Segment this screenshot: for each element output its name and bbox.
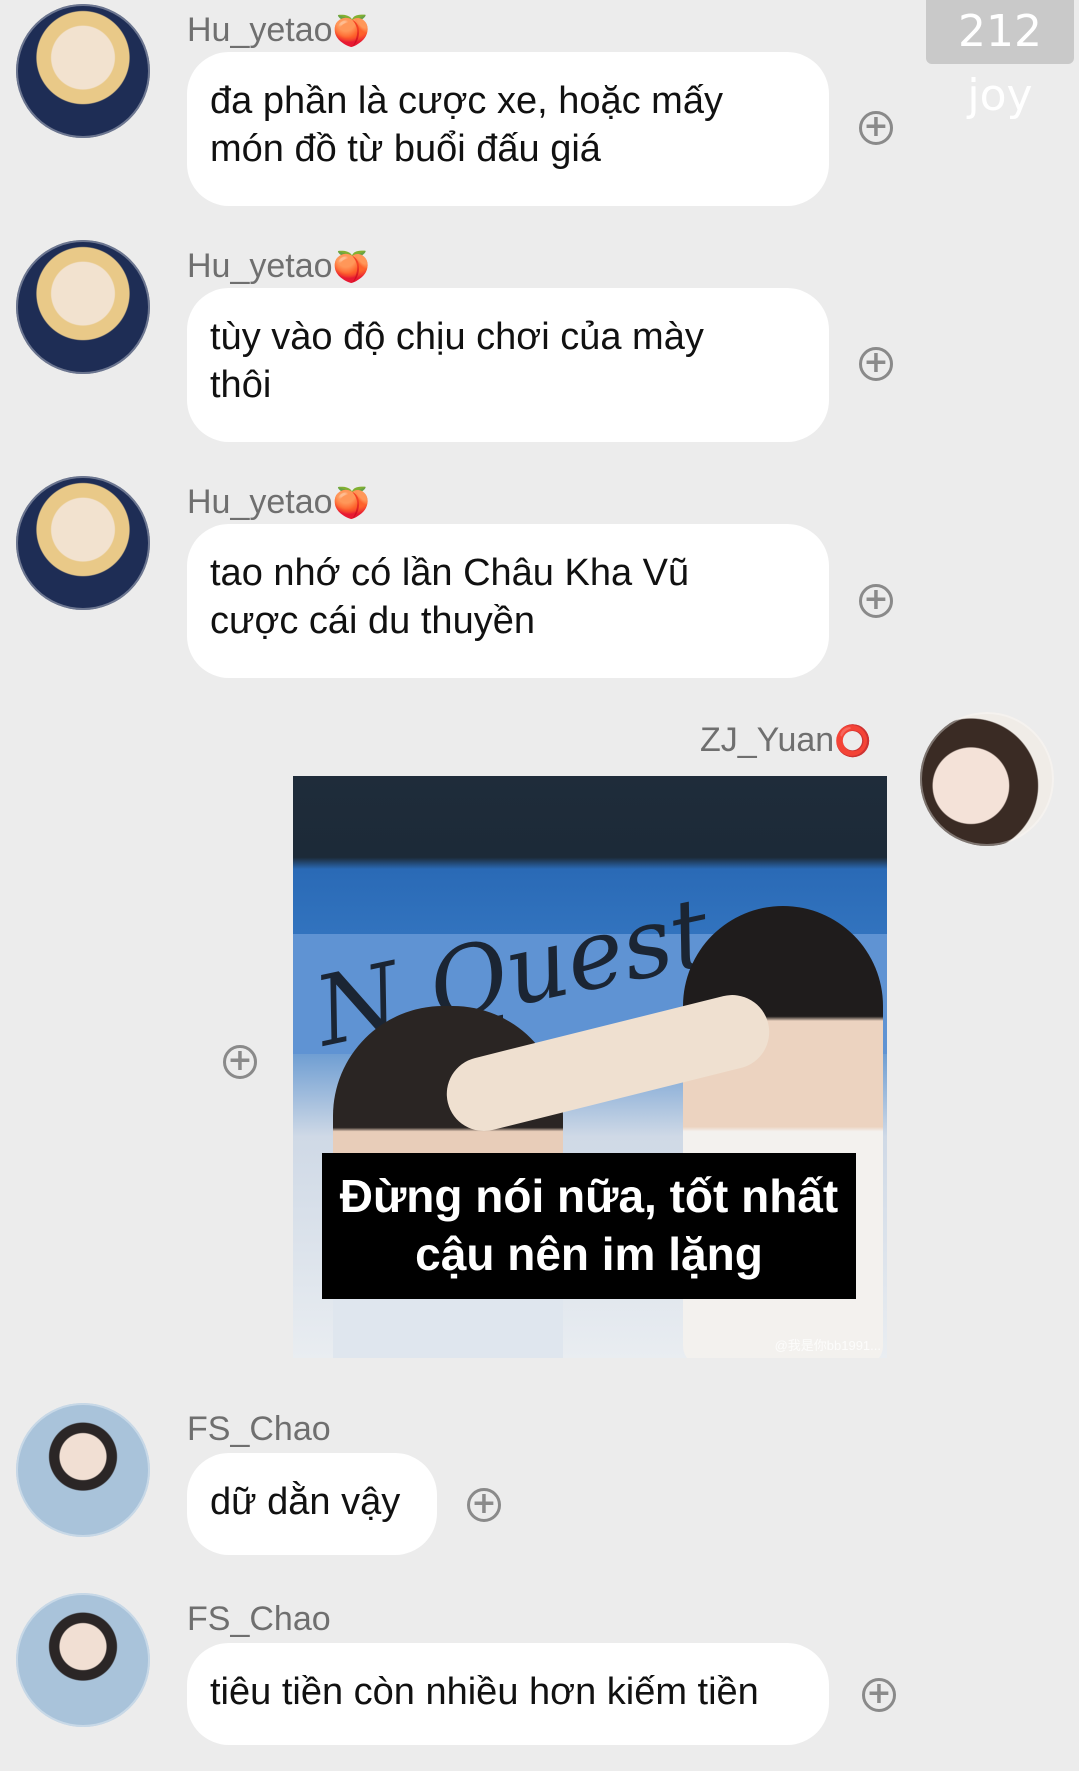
caption-line: Đừng nói nữa, tốt nhất <box>339 1170 839 1222</box>
message-line: dữ dằn vậy <box>210 1481 401 1523</box>
message-line: tùy vào độ chịu chơi của mày <box>210 316 704 358</box>
sender-name: Hu_yetao🍑 <box>187 483 370 521</box>
message-line: đa phần là cược xe, hoặc mấy <box>210 80 723 122</box>
avatar-zj-yuan[interactable] <box>920 712 1054 846</box>
message-line: tiêu tiền còn nhiều hơn kiếm tiền <box>210 1671 759 1713</box>
watermark-label: 212 joy <box>926 0 1074 121</box>
add-reaction-plus-icon[interactable]: + <box>859 111 893 145</box>
message-bubble[interactable]: đa phần là cược xe, hoặc mấy món đồ từ b… <box>187 52 829 206</box>
avatar-hu-yetao[interactable] <box>16 476 150 610</box>
peach-emoji-icon: 🍑 <box>332 487 370 520</box>
add-reaction-plus-icon[interactable]: + <box>862 1678 896 1712</box>
message-line: thôi <box>210 364 272 406</box>
add-reaction-plus-icon[interactable]: + <box>467 1488 501 1522</box>
sender-name: FS_Chao <box>187 1410 331 1448</box>
message-bubble[interactable]: tao nhớ có lần Châu Kha Vũ cược cái du t… <box>187 524 829 678</box>
add-reaction-plus-icon[interactable]: + <box>223 1045 257 1079</box>
message-line: món đồ từ buổi đấu giá <box>210 128 601 170</box>
sender-name: Hu_yetao🍑 <box>187 247 370 285</box>
caption-line: cậu nên im lặng <box>415 1228 763 1280</box>
add-reaction-plus-icon[interactable]: + <box>859 347 893 381</box>
message-bubble[interactable]: tiêu tiền còn nhiều hơn kiếm tiền <box>187 1643 829 1745</box>
meme-caption: Đừng nói nữa, tốt nhất cậu nên im lặng <box>322 1153 856 1299</box>
red-circle-emoji-icon: ⭕ <box>834 725 872 758</box>
peach-emoji-icon: 🍑 <box>332 15 370 48</box>
message-line: cược cái du thuyền <box>210 600 535 642</box>
message-line: tao nhớ có lần Châu Kha Vũ <box>210 552 690 594</box>
sender-name: FS_Chao <box>187 1600 331 1638</box>
sender-name: ZJ_Yuan⭕ <box>700 721 872 759</box>
meme-image[interactable]: N Quest Đừng nói nữa, tốt nhất cậu nên i… <box>293 776 887 1358</box>
avatar-fs-chao[interactable] <box>16 1593 150 1727</box>
image-credit: @我是你bb1991... <box>774 1338 881 1353</box>
avatar-fs-chao[interactable] <box>16 1403 150 1537</box>
peach-emoji-icon: 🍑 <box>332 251 370 284</box>
avatar-hu-yetao[interactable] <box>16 240 150 374</box>
avatar-hu-yetao[interactable] <box>16 4 150 138</box>
message-bubble[interactable]: tùy vào độ chịu chơi của mày thôi <box>187 288 829 442</box>
message-bubble[interactable]: dữ dằn vậy <box>187 1453 437 1555</box>
add-reaction-plus-icon[interactable]: + <box>859 584 893 618</box>
sender-name: Hu_yetao🍑 <box>187 11 370 49</box>
